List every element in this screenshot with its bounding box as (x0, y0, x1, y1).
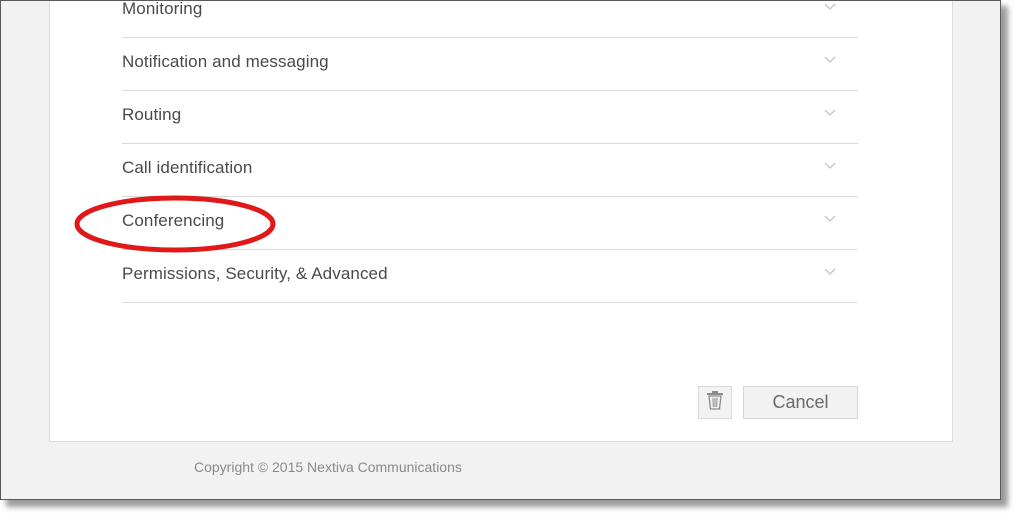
section-label: Notification and messaging (122, 52, 329, 71)
settings-section-list: Monitoring Notification and messaging Ro… (122, 0, 858, 303)
chevron-down-icon[interactable] (824, 56, 836, 64)
section-label: Permissions, Security, & Advanced (122, 264, 388, 283)
section-monitoring[interactable]: Monitoring (122, 0, 858, 38)
section-label: Monitoring (122, 0, 203, 18)
section-permissions-security-advanced[interactable]: Permissions, Security, & Advanced (122, 250, 858, 303)
copyright-text: Copyright © 2015 Nextiva Communications (194, 459, 462, 475)
section-call-identification[interactable]: Call identification (122, 144, 858, 197)
app-window: Monitoring Notification and messaging Ro… (0, 0, 1001, 500)
section-label: Conferencing (122, 211, 225, 230)
section-notification-and-messaging[interactable]: Notification and messaging (122, 38, 858, 91)
section-label: Routing (122, 105, 182, 124)
chevron-down-icon[interactable] (824, 109, 836, 117)
section-conferencing[interactable]: Conferencing (122, 197, 858, 250)
settings-panel: Monitoring Notification and messaging Ro… (49, 0, 953, 442)
delete-button[interactable] (698, 386, 732, 419)
section-label: Call identification (122, 158, 253, 177)
chevron-down-icon[interactable] (824, 268, 836, 276)
trash-icon (706, 390, 724, 415)
chevron-down-icon[interactable] (824, 162, 836, 170)
chevron-down-icon[interactable] (824, 3, 836, 11)
section-routing[interactable]: Routing (122, 91, 858, 144)
cancel-button[interactable]: Cancel (743, 386, 858, 419)
chevron-down-icon[interactable] (824, 215, 836, 223)
